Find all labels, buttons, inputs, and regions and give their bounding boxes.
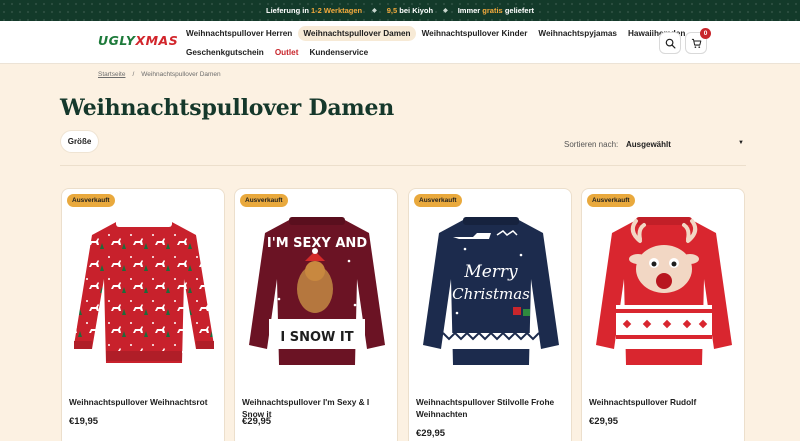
- sort-selected-value: Ausgewählt: [626, 140, 671, 149]
- page-title: Weihnachtspullover Damen: [60, 95, 395, 121]
- breadcrumb-current: Weihnachtspullover Damen: [141, 71, 221, 78]
- site-logo[interactable]: UGLYXMAS: [98, 33, 178, 48]
- breadcrumb-separator: /: [132, 71, 135, 78]
- product-card-rudolf[interactable]: Ausverkauft Weihnachtspullover Rudolf €2…: [581, 188, 745, 441]
- product-card-frohe-weihnachten[interactable]: Ausverkauft Merry Christmas Weihnachtspu…: [408, 188, 572, 441]
- breadcrumb: Startseite / Weihnachtspullover Damen: [98, 71, 221, 78]
- breadcrumb-home[interactable]: Startseite: [98, 71, 125, 78]
- search-button[interactable]: [659, 32, 681, 54]
- product-name[interactable]: Weihnachtspullover Stilvolle Frohe Weihn…: [416, 396, 566, 420]
- nav-item-pyjamas[interactable]: Weihnachtspyjamas: [533, 26, 622, 41]
- nav-item-kinder[interactable]: Weihnachtspullover Kinder: [417, 26, 533, 41]
- shipping-info: Immer gratis geliefert: [457, 6, 535, 15]
- product-price: €29,95: [589, 416, 619, 427]
- product-card-im-sexy[interactable]: Ausverkauft I'M SEXY AND I SNOW IT Weihn…: [234, 188, 398, 441]
- delivery-info: Lieferung in 1-2 Werktagen: [265, 6, 363, 15]
- sold-out-badge: Ausverkauft: [240, 194, 288, 207]
- size-filter-button[interactable]: Größe: [61, 131, 98, 152]
- product-card-weihnachtsrot[interactable]: Ausverkauft Weihnachtspullover Weihnacht…: [61, 188, 225, 441]
- cart-count-badge: 0: [700, 28, 711, 39]
- product-name[interactable]: Weihnachtspullover Rudolf: [589, 396, 739, 408]
- nav-item-geschenkgutschein[interactable]: Geschenkgutschein: [186, 45, 269, 60]
- sold-out-badge: Ausverkauft: [414, 194, 462, 207]
- chevron-down-icon: ▼: [738, 140, 744, 146]
- nav-item-kundenservice[interactable]: Kundenservice: [304, 45, 373, 60]
- product-image-rudolf[interactable]: [582, 209, 745, 369]
- cart-button[interactable]: 0: [685, 28, 711, 54]
- product-price: €19,95: [69, 416, 99, 427]
- separator-icon: ◆: [443, 8, 448, 14]
- rating-info: 9,5 bei Kiyoh: [386, 6, 434, 15]
- separator-icon: ◆: [372, 8, 377, 14]
- product-price: €29,95: [242, 416, 272, 427]
- sort-label: Sortieren nach:: [564, 140, 619, 149]
- product-image-frohe-weihnachten[interactable]: Merry Christmas: [409, 209, 572, 369]
- product-image-im-sexy[interactable]: I'M SEXY AND I SNOW IT: [235, 209, 398, 369]
- product-price: €29,95: [416, 428, 446, 439]
- site-header: UGLYXMAS Weihnachtspullover Herren Weihn…: [0, 21, 800, 64]
- print-text-top: I'M SEXY AND: [267, 236, 367, 251]
- nav-item-herren[interactable]: Weihnachtspullover Herren: [186, 26, 297, 41]
- announcement-bar: Lieferung in 1-2 Werktagen ◆ 9,5 bei Kiy…: [0, 0, 800, 21]
- sold-out-badge: Ausverkauft: [67, 194, 115, 207]
- nav-item-outlet[interactable]: Outlet: [270, 45, 304, 60]
- print-text-bottom: Christmas: [452, 285, 530, 303]
- divider: [60, 165, 746, 166]
- cart-icon: [691, 38, 701, 48]
- product-image-weihnachtsrot[interactable]: [62, 209, 225, 369]
- main-navigation: Weihnachtspullover Herren Weihnachtspull…: [186, 24, 685, 62]
- sort-select[interactable]: Ausgewählt ▼: [626, 140, 746, 149]
- product-name[interactable]: Weihnachtspullover Weihnachtsrot: [69, 396, 219, 408]
- search-icon: [665, 38, 675, 48]
- print-text-top: Merry: [463, 262, 518, 282]
- nav-item-damen[interactable]: Weihnachtspullover Damen: [298, 26, 416, 41]
- sold-out-badge: Ausverkauft: [587, 194, 635, 207]
- print-text-bottom: I SNOW IT: [280, 330, 353, 345]
